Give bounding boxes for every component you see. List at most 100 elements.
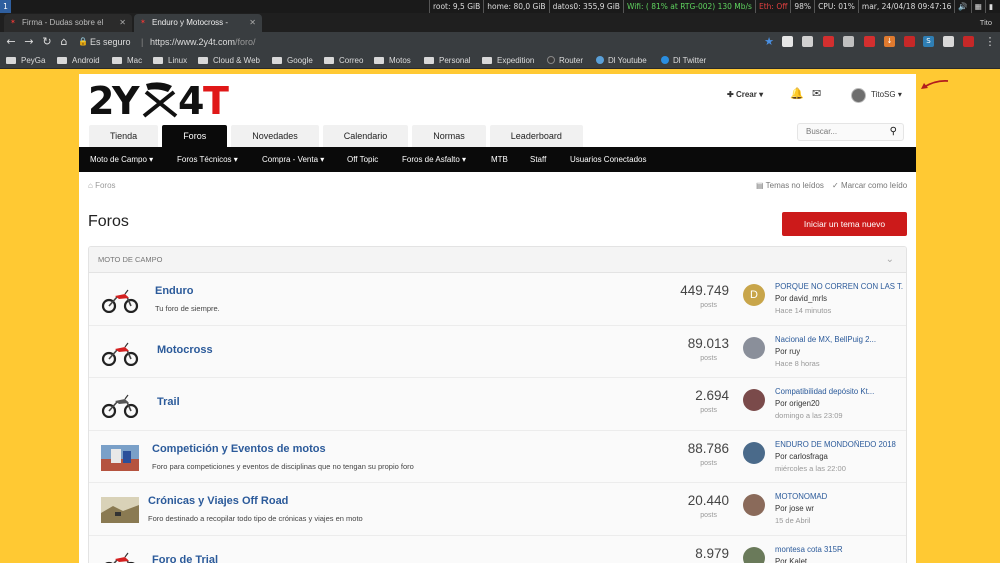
search-icon[interactable]: ⚲ — [890, 124, 897, 140]
last-poster-avatar[interactable] — [743, 494, 765, 517]
forum-row[interactable]: Competición y Eventos de motos Foro para … — [89, 430, 906, 484]
dirt-bike-icon[interactable] — [101, 287, 139, 313]
last-thread-link[interactable]: MOTONOMAD — [775, 492, 903, 501]
extension-icon[interactable] — [823, 36, 834, 47]
mail-icon[interactable]: ✉ — [812, 87, 821, 100]
battery-tray-icon[interactable]: ▮ — [984, 0, 996, 13]
bookmark-router[interactable]: Router — [547, 52, 583, 69]
last-thread-link[interactable]: montesa cota 315R — [775, 545, 903, 554]
bookmark-folder[interactable]: Expedition — [482, 52, 534, 69]
last-poster-name[interactable]: Por david_mrls — [775, 294, 827, 303]
bookmark-folder[interactable]: Android — [57, 52, 100, 69]
extension-icon[interactable] — [802, 36, 813, 47]
category-header[interactable]: MOTO DE CAMPO ⌄ — [89, 247, 906, 273]
forward-arrow-icon[interactable]: → — [22, 35, 36, 49]
last-poster-name[interactable]: Por origen20 — [775, 399, 820, 408]
subnav-mtb[interactable]: MTB — [491, 147, 508, 172]
forum-row[interactable]: Foro de Trial8.979postsmontesa cota 315R… — [89, 535, 906, 563]
tab-tienda[interactable]: Tienda — [89, 125, 159, 147]
security-label[interactable]: Es seguro — [90, 34, 131, 50]
extension-icon[interactable] — [843, 36, 854, 47]
bookmark-folder[interactable]: Google — [272, 52, 313, 69]
forum-title-link[interactable]: Competición y Eventos de motos — [152, 443, 326, 455]
chevron-down-icon[interactable]: ⌄ — [886, 247, 894, 273]
bookmark-folder[interactable]: Mac — [112, 52, 142, 69]
volume-icon[interactable]: 🔊 — [954, 0, 970, 13]
bookmark-star-icon[interactable]: ★ — [762, 35, 776, 49]
workspace-indicator[interactable]: 1 — [0, 0, 11, 13]
search-input[interactable]: Buscar... ⚲ — [797, 123, 904, 141]
subnav-off-topic[interactable]: Off Topic — [347, 147, 378, 172]
bell-icon[interactable]: 🔔 — [790, 87, 804, 100]
mark-read-link[interactable]: ✓ Marcar como leído — [832, 181, 907, 190]
crear-menu[interactable]: ✚ Crear ▾ — [727, 90, 763, 99]
close-tab-icon[interactable]: ✕ — [119, 14, 126, 32]
subnav-compra-venta[interactable]: Compra - Venta ▾ — [262, 147, 324, 172]
subnav-moto-de-campo[interactable]: Moto de Campo ▾ — [90, 147, 153, 172]
subnav-foros-de-asfalto[interactable]: Foros de Asfalto ▾ — [402, 147, 466, 172]
address-bar[interactable]: 🔒 Es seguro | https://www.2y4t.com/foro/ — [74, 34, 774, 50]
new-thread-button[interactable]: Iniciar un tema nuevo — [782, 212, 907, 236]
site-logo[interactable]: 2 Y 4 T — [88, 78, 248, 120]
last-thread-link[interactable]: Compatibilidad depósito Kt... — [775, 387, 903, 396]
breadcrumb[interactable]: ⌂ Foros — [88, 181, 116, 190]
extension-icon[interactable] — [864, 36, 875, 47]
bookmark-folder[interactable]: Correo — [324, 52, 363, 69]
forum-row[interactable]: Trail 2.694 posts Compatibilidad depósito K… — [89, 378, 906, 431]
forum-title-link[interactable]: Foro de Trial — [152, 554, 218, 563]
extension-icon[interactable] — [904, 36, 915, 47]
forum-title-link[interactable]: Enduro — [155, 285, 194, 297]
competition-photo[interactable] — [101, 444, 139, 471]
back-arrow-icon[interactable]: ← — [4, 35, 18, 49]
forum-row[interactable]: Crónicas y Viajes Off Road Foro destinado… — [89, 483, 906, 536]
browser-profile-name[interactable]: Tito — [980, 13, 992, 32]
user-avatar[interactable] — [851, 88, 866, 103]
forum-title-link[interactable]: Crónicas y Viajes Off Road — [148, 495, 288, 507]
forum-row[interactable]: Motocross 89.013 posts Nacional de MX, Bell… — [89, 325, 906, 379]
browser-tab-firma[interactable]: ✶ Firma - Dudas sobre el ✕ — [4, 14, 132, 32]
bookmark-folder[interactable]: Personal — [424, 52, 471, 69]
last-poster-name[interactable]: Por carlosfraga — [775, 452, 828, 461]
dirt-bike-icon[interactable] — [101, 340, 139, 366]
last-thread-link[interactable]: Nacional de MX, BellPuig 2... — [775, 335, 903, 344]
last-poster-name[interactable]: Por jose wr — [775, 504, 814, 513]
tab-leaderboard[interactable]: Leaderboard — [489, 125, 583, 147]
last-thread-link[interactable]: PORQUE NO CORREN CON LAS T... — [775, 282, 903, 291]
browser-tab-enduro[interactable]: ✶ Enduro y Motocross - ✕ — [134, 14, 262, 32]
user-menu[interactable]: TitoSG ▾ — [871, 90, 902, 99]
menu-dots-icon[interactable]: ⋮ — [983, 35, 997, 49]
forum-row[interactable]: Enduro Tu foro de siempre. 449.749 posts D PO… — [89, 273, 906, 326]
bookmark-dl-twitter[interactable]: Dl Twitter — [661, 52, 706, 69]
extension-icon[interactable] — [782, 36, 793, 47]
dirt-bike-icon[interactable] — [101, 392, 139, 419]
tab-normas[interactable]: Normas — [412, 125, 486, 147]
landscape-photo[interactable] — [101, 497, 139, 524]
last-poster-avatar[interactable] — [743, 389, 765, 412]
tab-calendario[interactable]: Calendario — [322, 125, 409, 147]
network-tray-icon[interactable]: ▦ — [970, 0, 985, 13]
bookmark-folder[interactable]: Cloud & Web — [198, 52, 260, 69]
extension-icon[interactable] — [963, 36, 974, 47]
bookmark-folder[interactable]: PeyGa — [6, 52, 45, 69]
extension-icon[interactable] — [943, 36, 954, 47]
last-poster-name[interactable]: Por ruy — [775, 347, 800, 356]
forum-title-link[interactable]: Motocross — [157, 344, 213, 356]
download-extension-icon[interactable]: ↓ — [884, 36, 895, 47]
extension-icon[interactable]: S — [923, 36, 934, 47]
unread-threads-link[interactable]: ▤ Temas no leídos — [756, 181, 824, 190]
subnav-staff[interactable]: Staff — [530, 147, 546, 172]
home-icon[interactable]: ⌂ — [57, 35, 71, 49]
bookmark-dl-youtube[interactable]: Dl Youtube — [596, 52, 647, 69]
subnav-usuarios-conectados[interactable]: Usuarios Conectados — [570, 147, 646, 172]
url-text[interactable]: https://www.2y4t.com/foro/ — [150, 34, 256, 50]
forum-title-link[interactable]: Trail — [157, 396, 180, 408]
bookmark-folder[interactable]: Motos — [374, 52, 411, 69]
tab-foros[interactable]: Foros — [162, 125, 228, 147]
bookmark-folder[interactable]: Linux — [153, 52, 187, 69]
last-poster-avatar[interactable]: D — [743, 284, 765, 306]
last-poster-avatar[interactable] — [743, 546, 765, 563]
last-thread-link[interactable]: ENDURO DE MONDOÑEDO 2018 — [775, 440, 903, 449]
last-poster-name[interactable]: Por Kalet — [775, 557, 807, 563]
last-poster-avatar[interactable] — [743, 336, 765, 359]
reload-icon[interactable]: ↻ — [40, 35, 54, 49]
